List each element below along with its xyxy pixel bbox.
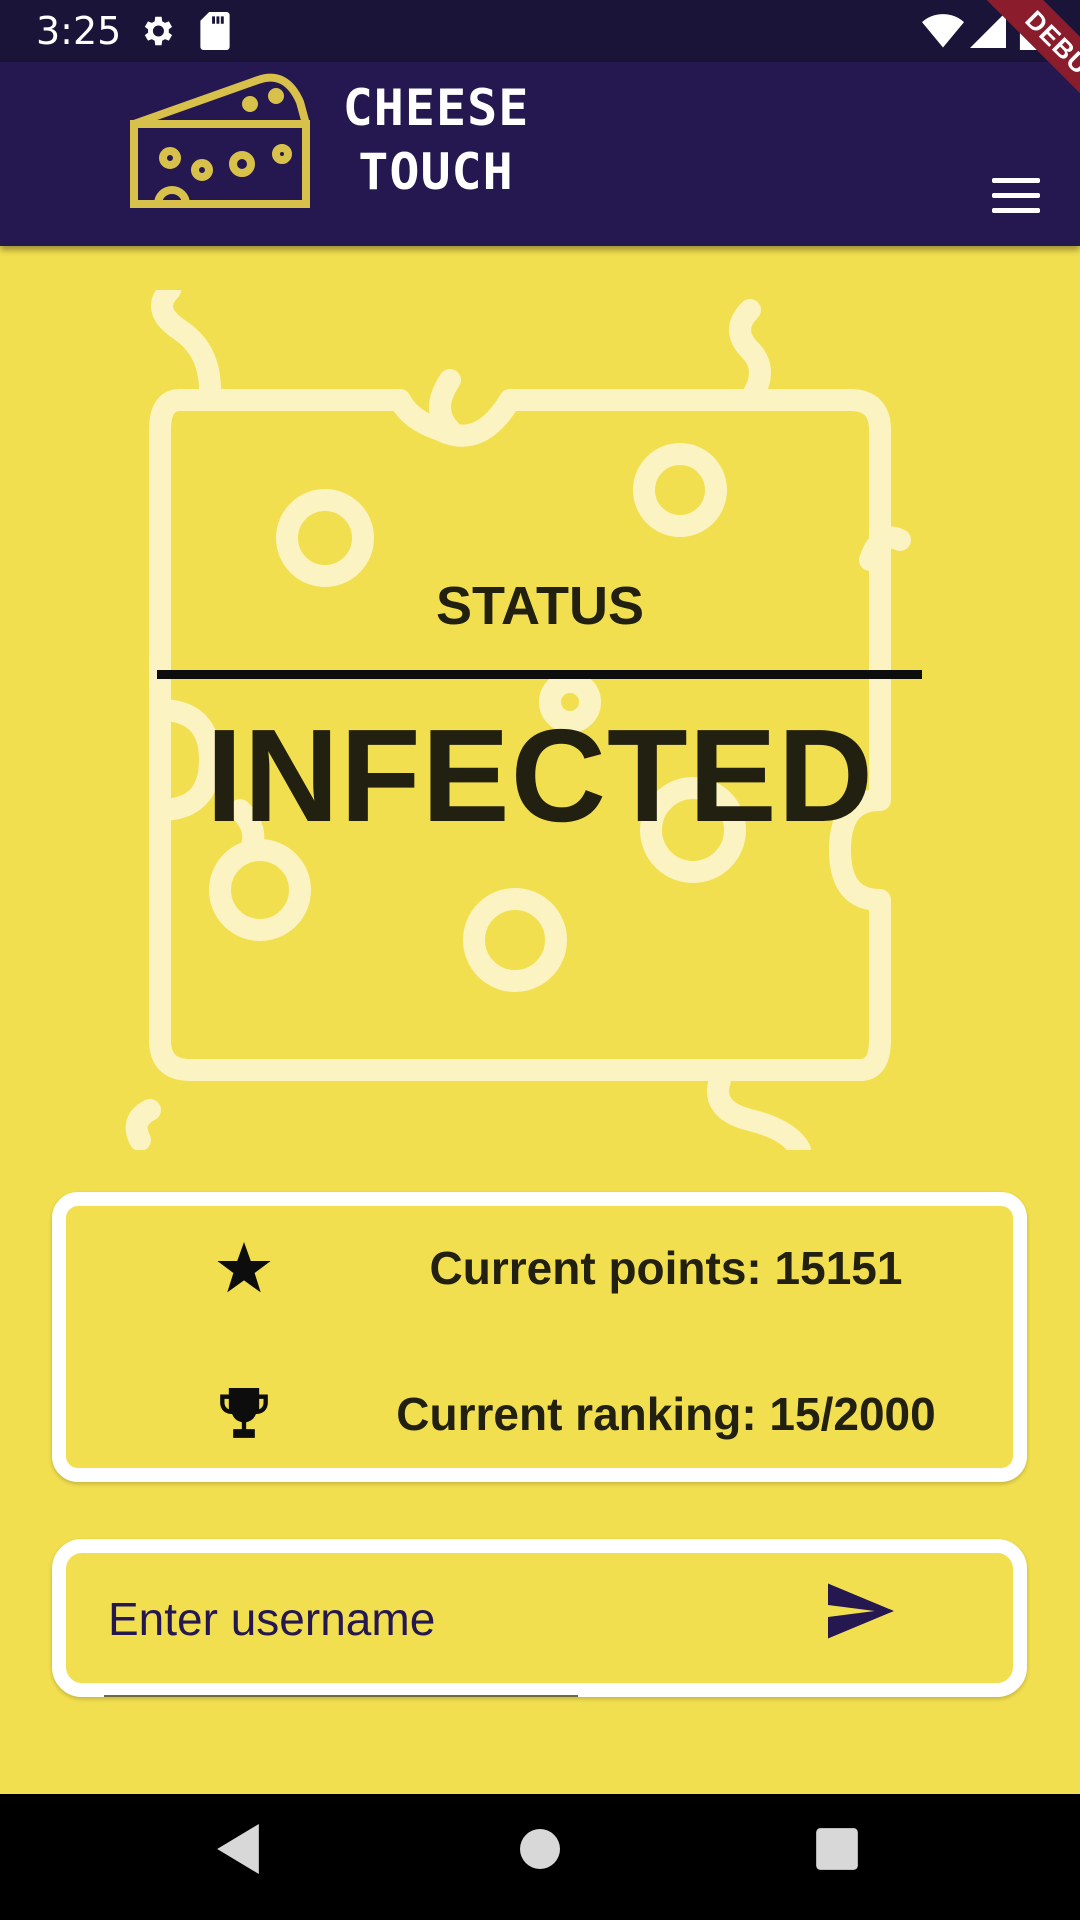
trophy-icon bbox=[216, 1388, 272, 1445]
star-icon bbox=[216, 1242, 272, 1299]
back-icon[interactable] bbox=[216, 1824, 260, 1879]
system-nav-bar bbox=[0, 1794, 1080, 1920]
hamburger-menu-icon bbox=[992, 178, 1040, 183]
status-bar: 3:25 bbox=[0, 0, 1080, 62]
send-button[interactable] bbox=[828, 1583, 900, 1655]
username-card bbox=[52, 1539, 1027, 1697]
ranking-row: Current ranking: 15/2000 bbox=[66, 1374, 1013, 1454]
points-row: Current points: 15151 bbox=[66, 1228, 1013, 1308]
app-bar: CHEESE TOUCH bbox=[0, 62, 1080, 246]
status-divider bbox=[157, 670, 922, 679]
recents-icon[interactable] bbox=[816, 1824, 858, 1879]
status-label: STATUS bbox=[436, 576, 644, 636]
current-ranking: Current ranking: 15/2000 bbox=[396, 1388, 936, 1440]
app-title-line-2: TOUCH bbox=[358, 143, 514, 201]
send-icon bbox=[828, 1583, 894, 1639]
wifi-icon bbox=[922, 12, 964, 53]
menu-button[interactable] bbox=[992, 178, 1042, 214]
app-title: CHEESE TOUCH bbox=[336, 76, 536, 204]
home-icon[interactable] bbox=[520, 1824, 560, 1879]
current-points: Current points: 15151 bbox=[429, 1242, 903, 1294]
username-underline bbox=[104, 1695, 578, 1697]
cheese-logo-icon bbox=[130, 68, 310, 217]
username-input[interactable] bbox=[106, 1573, 790, 1665]
signal-icon bbox=[970, 12, 1006, 53]
sd-card-icon bbox=[200, 12, 230, 55]
app-screen: 3:25 CHEESE TOUCH DEBUG STATUS INFECTED … bbox=[0, 0, 1080, 1920]
status-value: INFECTED bbox=[206, 702, 874, 849]
status-time: 3:25 bbox=[36, 9, 122, 53]
app-title-line-1: CHEESE bbox=[342, 79, 530, 137]
gear-icon bbox=[138, 12, 176, 55]
stats-card: Current points: 15151 Current ranking: 1… bbox=[52, 1192, 1027, 1482]
